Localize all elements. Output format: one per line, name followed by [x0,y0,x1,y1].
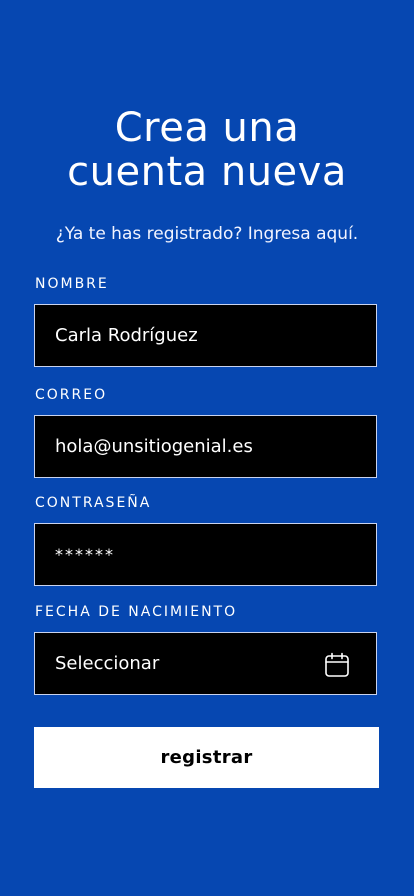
signup-screen: Crea una cuenta nueva ¿Ya te has registr… [0,0,414,896]
name-field[interactable]: Carla Rodríguez [34,304,377,367]
page-title-line-2: cuenta nueva [67,149,347,195]
email-value: hola@unsitiogenial.es [55,436,253,457]
page-title-line-1: Crea una [114,105,300,151]
name-label: NOMBRE [35,276,109,292]
login-link[interactable]: ¿Ya te has registrado? Ingresa aquí. [0,222,414,246]
birthdate-value: Seleccionar [55,653,160,674]
name-value: Carla Rodríguez [55,325,198,346]
birthdate-select[interactable]: Seleccionar [34,632,377,695]
password-value: ****** [55,545,115,564]
page-title: Crea una cuenta nueva [0,106,414,194]
email-label: CORREO [35,387,108,403]
birthdate-label: FECHA DE NACIMIENTO [35,604,238,620]
email-field[interactable]: hola@unsitiogenial.es [34,415,377,478]
password-field[interactable]: ****** [34,523,377,586]
register-button[interactable]: registrar [34,727,379,788]
calendar-icon[interactable] [324,652,350,678]
password-label: CONTRASEÑA [35,495,152,511]
